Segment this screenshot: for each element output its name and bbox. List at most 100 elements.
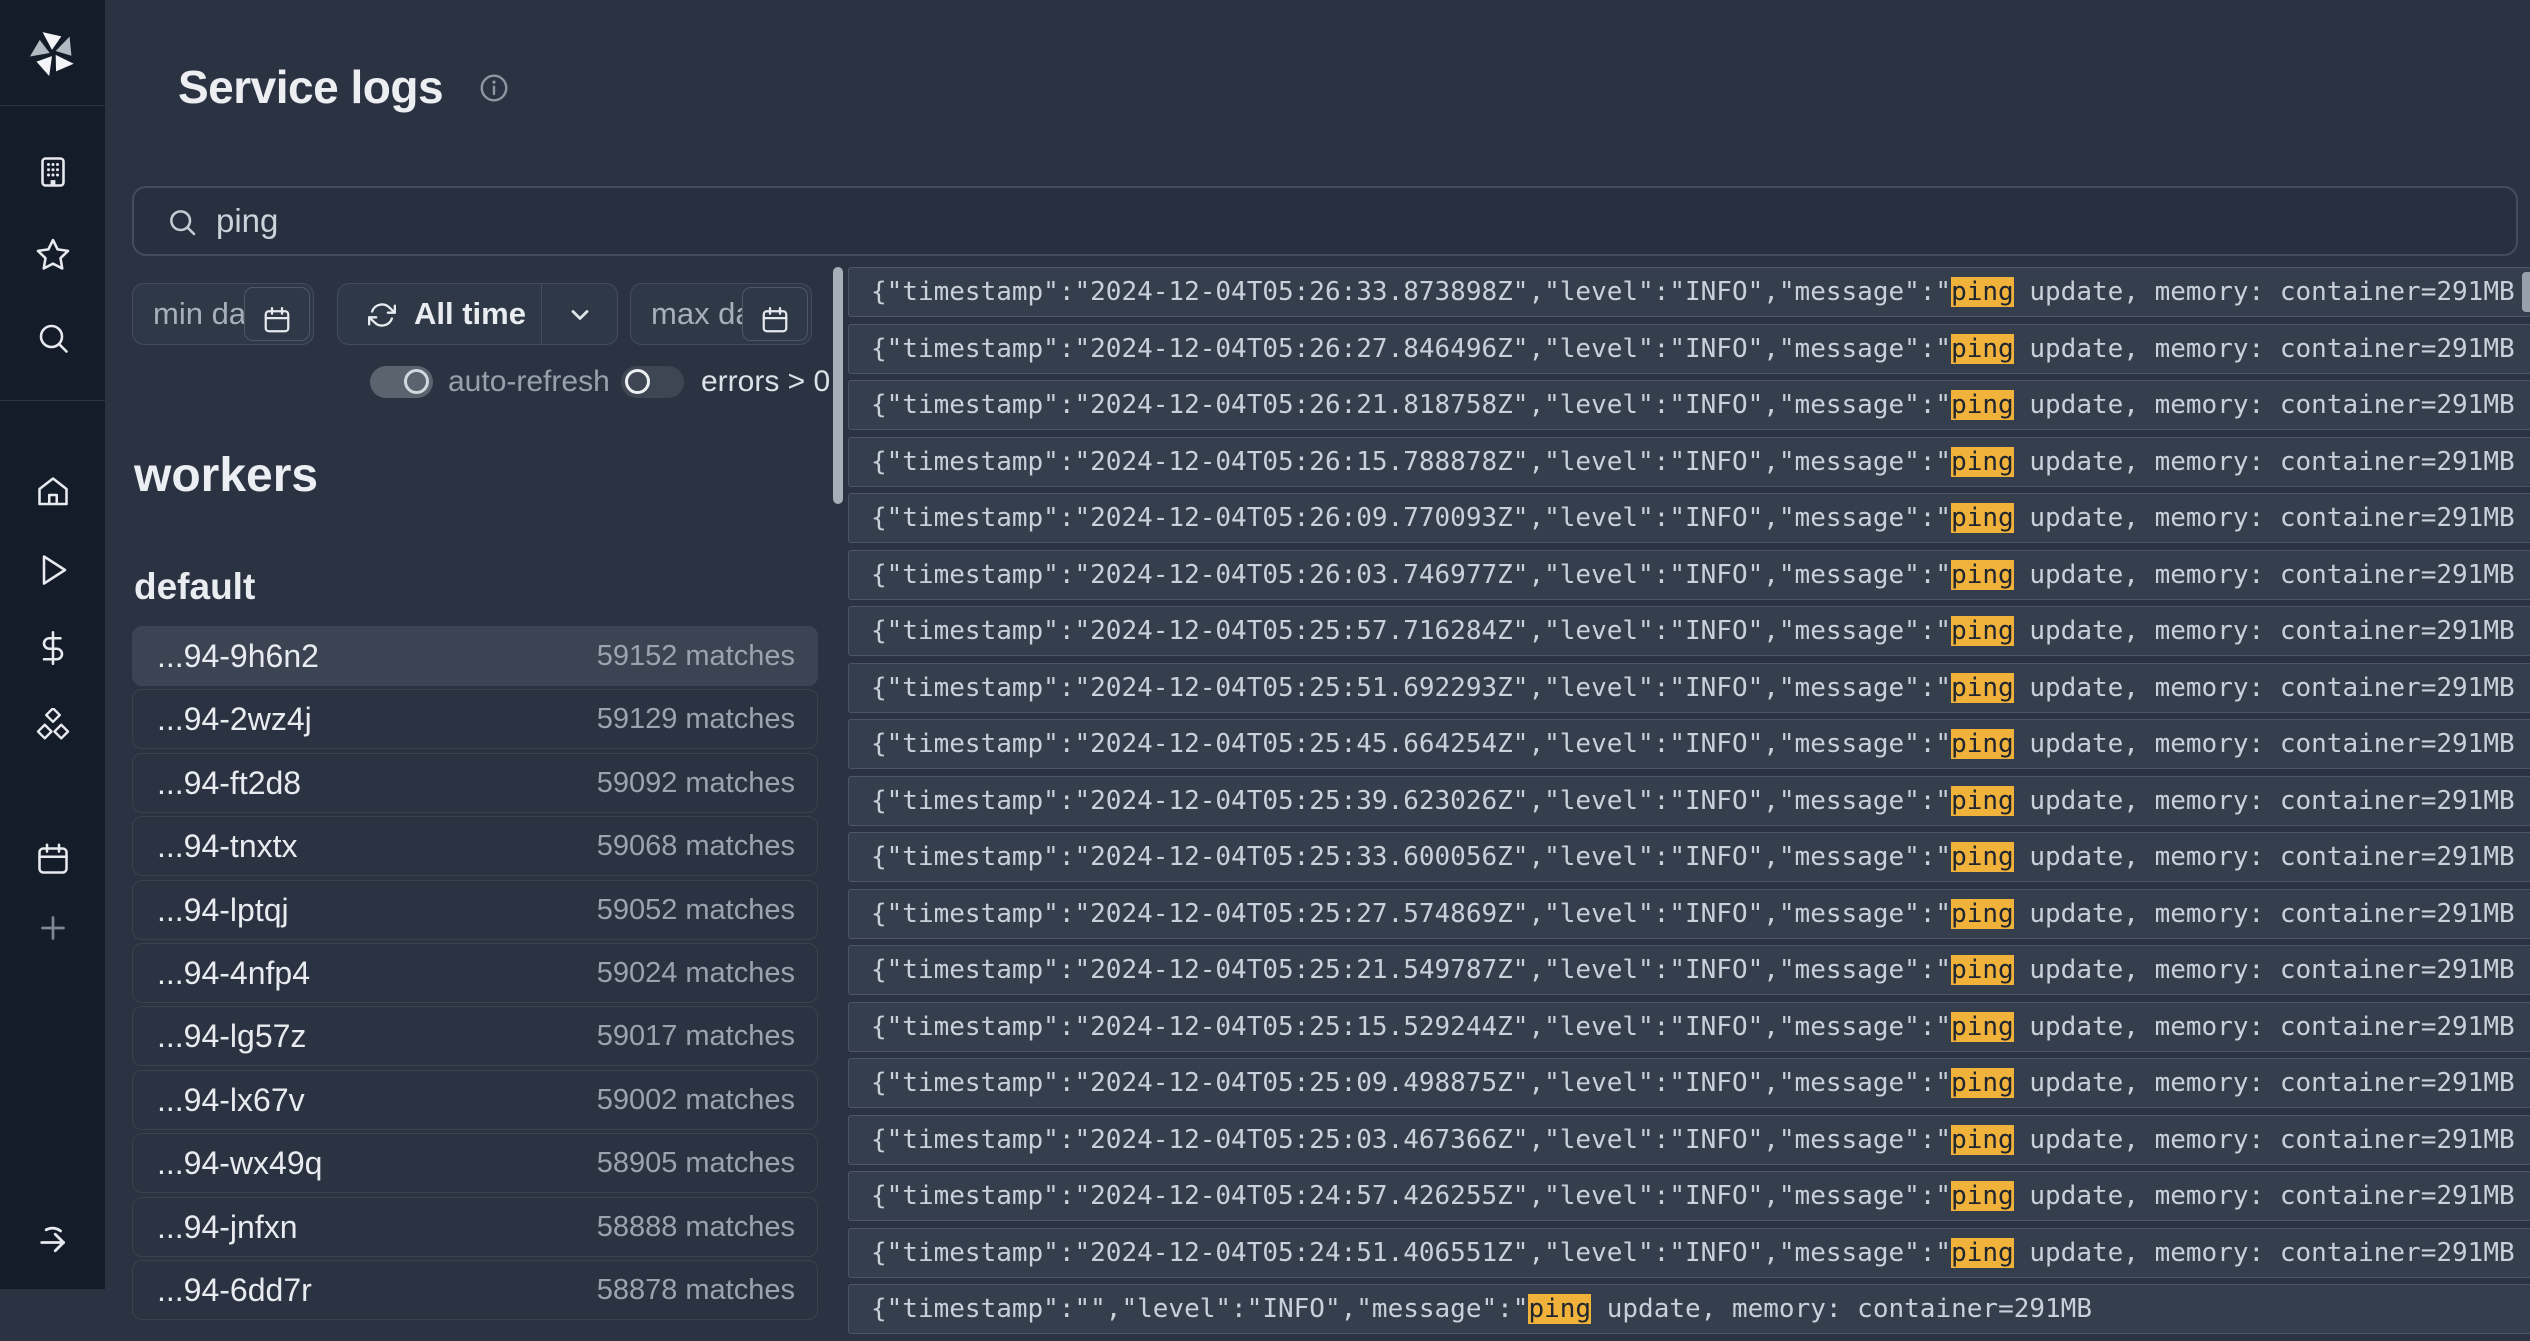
log-line: {"timestamp":"2024-12-04T05:26:09.770093… — [849, 494, 2530, 542]
worker-name: ...94-lg57z — [157, 1007, 306, 1065]
building-icon[interactable] — [35, 154, 71, 190]
log-row[interactable]: {"timestamp":"2024-12-04T05:26:33.873898… — [848, 267, 2530, 317]
worker-match-count: 59068 matches — [597, 817, 795, 875]
worker-match-count: 59129 matches — [597, 690, 795, 748]
search-icon[interactable] — [35, 320, 71, 356]
worker-row[interactable]: ...94-lg57z 59017 matches — [132, 1006, 818, 1066]
log-timestamp: 2024-12-04T05:26:27.846496Z — [1090, 334, 1513, 364]
log-timestamp: 2024-12-04T05:26:33.873898Z — [1090, 277, 1513, 307]
log-row[interactable]: {"timestamp":"2024-12-04T05:26:21.818758… — [848, 380, 2530, 430]
log-row[interactable]: {"timestamp":"2024-12-04T05:25:39.623026… — [848, 776, 2530, 826]
cubes-icon[interactable] — [35, 708, 71, 744]
min-date-filter[interactable]: min da — [132, 283, 314, 345]
log-row[interactable]: {"timestamp":"2024-12-04T05:24:51.406551… — [848, 1228, 2530, 1278]
search-input[interactable] — [216, 188, 2496, 254]
min-date-placeholder: min da — [153, 284, 246, 344]
log-row[interactable]: {"timestamp":"2024-12-04T05:26:15.788878… — [848, 437, 2530, 487]
log-row[interactable]: {"timestamp":"2024-12-04T05:25:21.549787… — [848, 945, 2530, 995]
log-line: {"timestamp":"2024-12-04T05:25:09.498875… — [849, 1059, 2530, 1107]
log-scrollbar-left-thumb[interactable] — [833, 267, 843, 504]
search-match-highlight: ping — [1951, 1125, 2014, 1155]
log-row[interactable]: {"timestamp":"2024-12-04T05:26:09.770093… — [848, 493, 2530, 543]
auto-refresh-label: auto-refresh — [448, 366, 610, 398]
worker-name: ...94-2wz4j — [157, 690, 312, 748]
worker-row[interactable]: ...94-jnfxn 58888 matches — [132, 1197, 818, 1257]
log-line: {"timestamp":"2024-12-04T05:26:15.788878… — [849, 438, 2530, 486]
log-timestamp: 2024-12-04T05:25:21.549787Z — [1090, 955, 1513, 985]
worker-row[interactable]: ...94-6dd7r 58878 matches — [132, 1260, 818, 1320]
log-timestamp: 2024-12-04T05:25:33.600056Z — [1090, 842, 1513, 872]
info-icon[interactable] — [478, 72, 510, 104]
worker-row[interactable]: ...94-lptqj 59052 matches — [132, 880, 818, 940]
log-row[interactable]: {"timestamp":"2024-12-04T05:25:51.692293… — [848, 663, 2530, 713]
search-match-highlight: ping — [1951, 390, 2014, 420]
log-scrollbar-right-thumb[interactable] — [2522, 272, 2530, 312]
search-match-highlight: ping — [1951, 1238, 2014, 1268]
log-timestamp: 2024-12-04T05:25:27.574869Z — [1090, 899, 1513, 929]
log-row[interactable]: {"timestamp":"2024-12-04T05:25:27.574869… — [848, 889, 2530, 939]
search-match-highlight: ping — [1951, 1068, 2014, 1098]
modal-logo-icon[interactable] — [28, 28, 78, 78]
min-date-calendar-button[interactable] — [244, 287, 310, 341]
search-match-highlight: ping — [1951, 673, 2014, 703]
search-match-highlight: ping — [1951, 729, 2014, 759]
log-timestamp: 2024-12-04T05:25:09.498875Z — [1090, 1068, 1513, 1098]
log-timestamp: 2024-12-04T05:25:57.716284Z — [1090, 616, 1513, 646]
worker-row[interactable]: ...94-9h6n2 59152 matches — [132, 626, 818, 686]
max-date-calendar-button[interactable] — [742, 287, 808, 341]
worker-match-count: 59024 matches — [597, 944, 795, 1002]
worker-row[interactable]: ...94-lx67v 59002 matches — [132, 1070, 818, 1130]
max-date-filter[interactable]: max da — [630, 283, 812, 345]
log-line: {"timestamp":"","level":"INFO","message"… — [849, 1285, 2530, 1333]
worker-row[interactable]: ...94-ft2d8 59092 matches — [132, 753, 818, 813]
errors-label: errors > 0 — [701, 366, 830, 398]
plus-icon[interactable] — [35, 910, 71, 946]
log-row[interactable]: {"timestamp":"2024-12-04T05:25:03.467366… — [848, 1115, 2530, 1165]
log-row[interactable]: {"timestamp":"2024-12-04T05:26:27.846496… — [848, 324, 2530, 374]
log-line: {"timestamp":"2024-12-04T05:25:27.574869… — [849, 890, 2530, 938]
worker-row[interactable]: ...94-wx49q 58905 matches — [132, 1133, 818, 1193]
time-range-label: All time — [414, 284, 526, 344]
home-icon[interactable] — [35, 474, 71, 510]
search-match-highlight: ping — [1951, 899, 2014, 929]
auto-refresh-toggle[interactable] — [370, 366, 433, 398]
worker-match-count: 59152 matches — [597, 627, 795, 685]
dollar-icon[interactable] — [35, 630, 71, 666]
time-range-filter[interactable]: All time — [337, 283, 618, 345]
worker-row[interactable]: ...94-tnxtx 59068 matches — [132, 816, 818, 876]
workers-heading: workers — [134, 448, 318, 503]
arrow-right-icon[interactable] — [35, 1220, 71, 1256]
log-row[interactable]: {"timestamp":"2024-12-04T05:26:03.746977… — [848, 550, 2530, 600]
worker-group-heading: default — [134, 566, 255, 608]
search-match-highlight: ping — [1528, 1294, 1591, 1324]
worker-row[interactable]: ...94-2wz4j 59129 matches — [132, 689, 818, 749]
play-icon[interactable] — [35, 552, 71, 588]
search-match-highlight: ping — [1951, 334, 2014, 364]
log-row[interactable]: {"timestamp":"2024-12-04T05:25:45.664254… — [848, 719, 2530, 769]
time-range-dropdown[interactable] — [542, 284, 618, 344]
worker-match-count: 58888 matches — [597, 1198, 795, 1256]
log-line: {"timestamp":"2024-12-04T05:25:15.529244… — [849, 1003, 2530, 1051]
log-row[interactable]: {"timestamp":"2024-12-04T05:25:09.498875… — [848, 1058, 2530, 1108]
calendar-icon[interactable] — [35, 841, 71, 877]
log-line: {"timestamp":"2024-12-04T05:26:33.873898… — [849, 268, 2530, 316]
log-line: {"timestamp":"2024-12-04T05:25:21.549787… — [849, 946, 2530, 994]
star-icon[interactable] — [35, 237, 71, 273]
toggle-knob — [625, 369, 650, 394]
search-match-highlight: ping — [1951, 447, 2014, 477]
search-match-highlight: ping — [1951, 616, 2014, 646]
log-row[interactable]: {"timestamp":"2024-12-04T05:25:33.600056… — [848, 832, 2530, 882]
search-match-highlight: ping — [1951, 786, 2014, 816]
refresh-icon — [368, 301, 396, 329]
sidebar — [0, 0, 105, 1289]
log-row[interactable]: {"timestamp":"2024-12-04T05:24:57.426255… — [848, 1171, 2530, 1221]
log-row[interactable]: {"timestamp":"","level":"INFO","message"… — [848, 1284, 2530, 1334]
log-line: {"timestamp":"2024-12-04T05:24:51.406551… — [849, 1229, 2530, 1277]
log-row[interactable]: {"timestamp":"2024-12-04T05:25:15.529244… — [848, 1002, 2530, 1052]
log-timestamp: 2024-12-04T05:25:51.692293Z — [1090, 673, 1513, 703]
worker-name: ...94-lptqj — [157, 881, 289, 939]
magnifier-icon — [166, 206, 198, 238]
worker-row[interactable]: ...94-4nfp4 59024 matches — [132, 943, 818, 1003]
log-row[interactable]: {"timestamp":"2024-12-04T05:25:57.716284… — [848, 606, 2530, 656]
errors-toggle[interactable] — [621, 366, 684, 398]
